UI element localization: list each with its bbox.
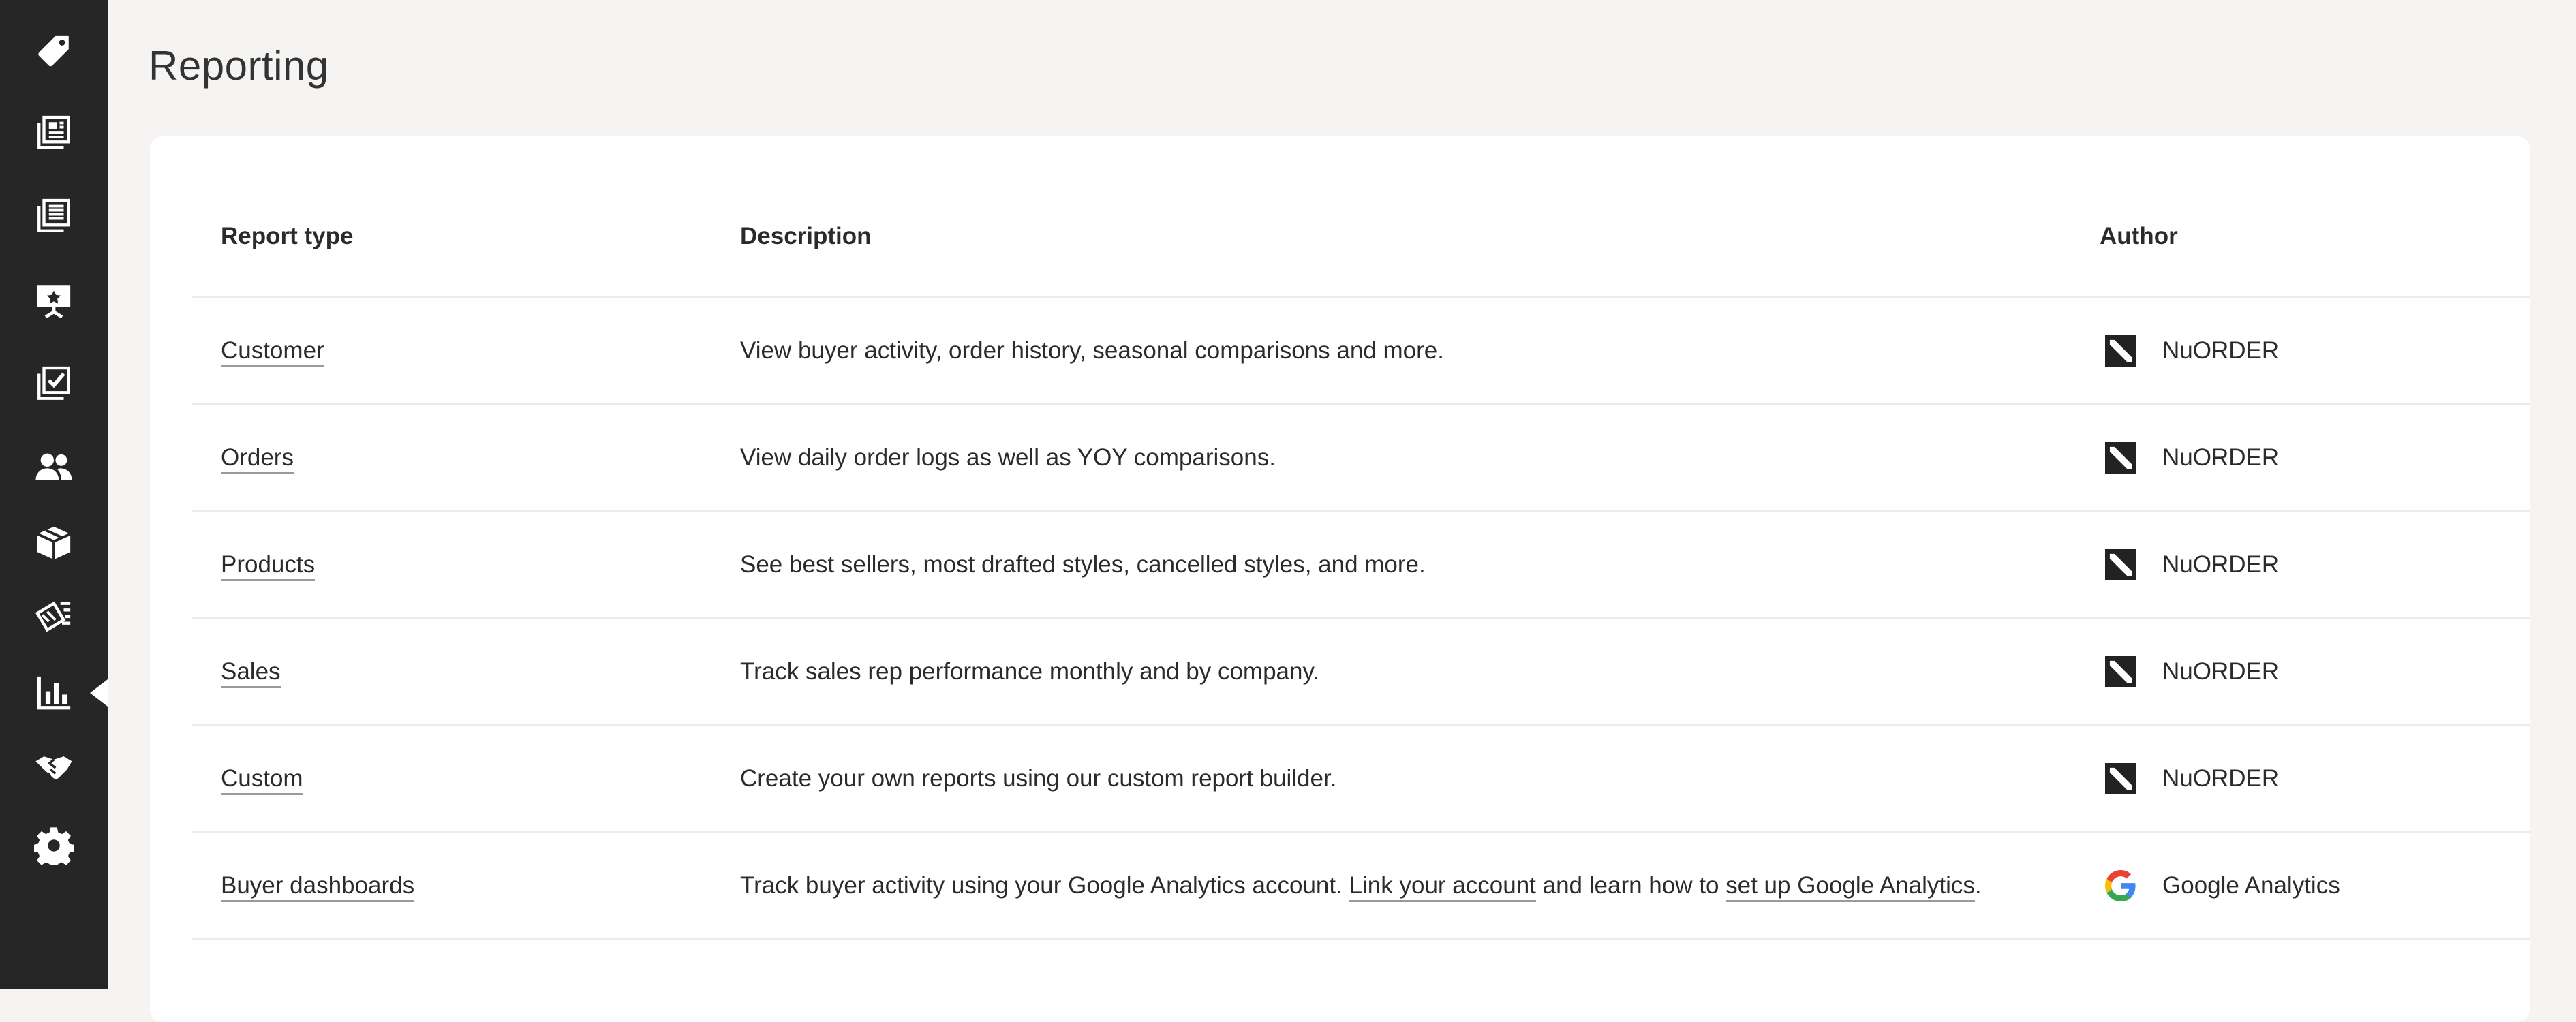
table-row: Sales Track sales rep performance monthl…: [192, 618, 2530, 725]
table-row: Orders View daily order logs as well as …: [192, 404, 2530, 511]
nuorder-logo-icon: [2105, 442, 2136, 474]
main-content: Reporting Report type Description Author…: [108, 0, 2576, 989]
sidebar-item-marketing[interactable]: [0, 586, 108, 647]
report-link-sales[interactable]: Sales: [221, 658, 281, 688]
sidebar-item-settings[interactable]: [0, 815, 108, 876]
author-name: NuORDER: [2162, 337, 2279, 365]
users-icon: [34, 447, 74, 486]
table-row: Buyer dashboards Track buyer activity us…: [192, 832, 2530, 939]
catalog-icon: [34, 113, 74, 153]
author-name: NuORDER: [2162, 658, 2279, 685]
sidebar-item-linesheets[interactable]: [0, 185, 108, 247]
sidebar-item-partners[interactable]: [0, 737, 108, 799]
bar-chart-icon: [34, 673, 74, 713]
report-description: Track sales rep performance monthly and …: [711, 618, 2071, 725]
table-row: Customer View buyer activity, order hist…: [192, 297, 2530, 404]
header-description: Description: [711, 177, 2071, 297]
gear-icon: [34, 826, 74, 865]
reports-card: Report type Description Author Customer …: [150, 136, 2530, 1022]
report-description: View daily order logs as well as YOY com…: [711, 404, 2071, 511]
report-link-buyer-dashboards[interactable]: Buyer dashboards: [221, 872, 414, 902]
sidebar-item-reporting[interactable]: [0, 662, 108, 724]
sidebar-item-catalog[interactable]: [0, 102, 108, 164]
report-author: NuORDER: [2100, 656, 2530, 687]
sidebar-item-presentations[interactable]: [0, 270, 108, 331]
report-link-products[interactable]: Products: [221, 551, 315, 581]
report-author: NuORDER: [2100, 549, 2530, 580]
table-row: Products See best sellers, most drafted …: [192, 511, 2530, 618]
sidebar-item-inventory[interactable]: [0, 512, 108, 574]
handshake-icon: [34, 748, 74, 788]
table-header-row: Report type Description Author: [192, 177, 2530, 297]
report-author: NuORDER: [2100, 335, 2530, 367]
header-author: Author: [2071, 177, 2530, 297]
description-text: Track buyer activity using your Google A…: [740, 872, 1349, 899]
nuorder-logo-icon: [2105, 763, 2136, 794]
page-title: Reporting: [149, 42, 329, 89]
setup-google-analytics-link[interactable]: set up Google Analytics: [1726, 872, 1975, 902]
author-name: Google Analytics: [2162, 872, 2340, 899]
report-author: NuORDER: [2100, 442, 2530, 474]
google-logo-icon: [2105, 870, 2136, 901]
report-description: View buyer activity, order history, seas…: [711, 297, 2071, 404]
marketing-icon: [34, 597, 74, 636]
link-your-account-link[interactable]: Link your account: [1349, 872, 1536, 902]
report-description: Track buyer activity using your Google A…: [711, 832, 2071, 939]
report-description: See best sellers, most drafted styles, c…: [711, 511, 2071, 618]
nuorder-logo-icon: [2105, 335, 2136, 367]
author-name: NuORDER: [2162, 551, 2279, 578]
author-name: NuORDER: [2162, 765, 2279, 792]
nuorder-logo-icon: [2105, 656, 2136, 687]
description-text: .: [1975, 872, 1982, 899]
report-author: NuORDER: [2100, 763, 2530, 794]
presentation-icon: [34, 281, 74, 320]
box-icon: [34, 523, 74, 563]
sidebar-item-customers[interactable]: [0, 436, 108, 497]
sidebar-nav: [0, 0, 108, 989]
active-indicator: [90, 679, 108, 707]
checklist-icon: [34, 364, 74, 403]
tag-icon: [34, 33, 74, 72]
report-link-customer[interactable]: Customer: [221, 337, 324, 367]
table-row: Custom Create your own reports using our…: [192, 725, 2530, 832]
report-description: Create your own reports using our custom…: [711, 725, 2071, 832]
report-link-custom[interactable]: Custom: [221, 765, 303, 795]
reports-table: Report type Description Author Customer …: [192, 177, 2530, 940]
nuorder-logo-icon: [2105, 549, 2136, 580]
author-name: NuORDER: [2162, 444, 2279, 471]
header-report-type: Report type: [192, 177, 711, 297]
description-text: and learn how to: [1536, 872, 1726, 899]
sidebar-item-products[interactable]: [0, 22, 108, 83]
report-author: Google Analytics: [2100, 870, 2530, 901]
report-link-orders[interactable]: Orders: [221, 444, 294, 474]
sidebar-item-assortments[interactable]: [0, 353, 108, 414]
linesheet-icon: [34, 196, 74, 236]
